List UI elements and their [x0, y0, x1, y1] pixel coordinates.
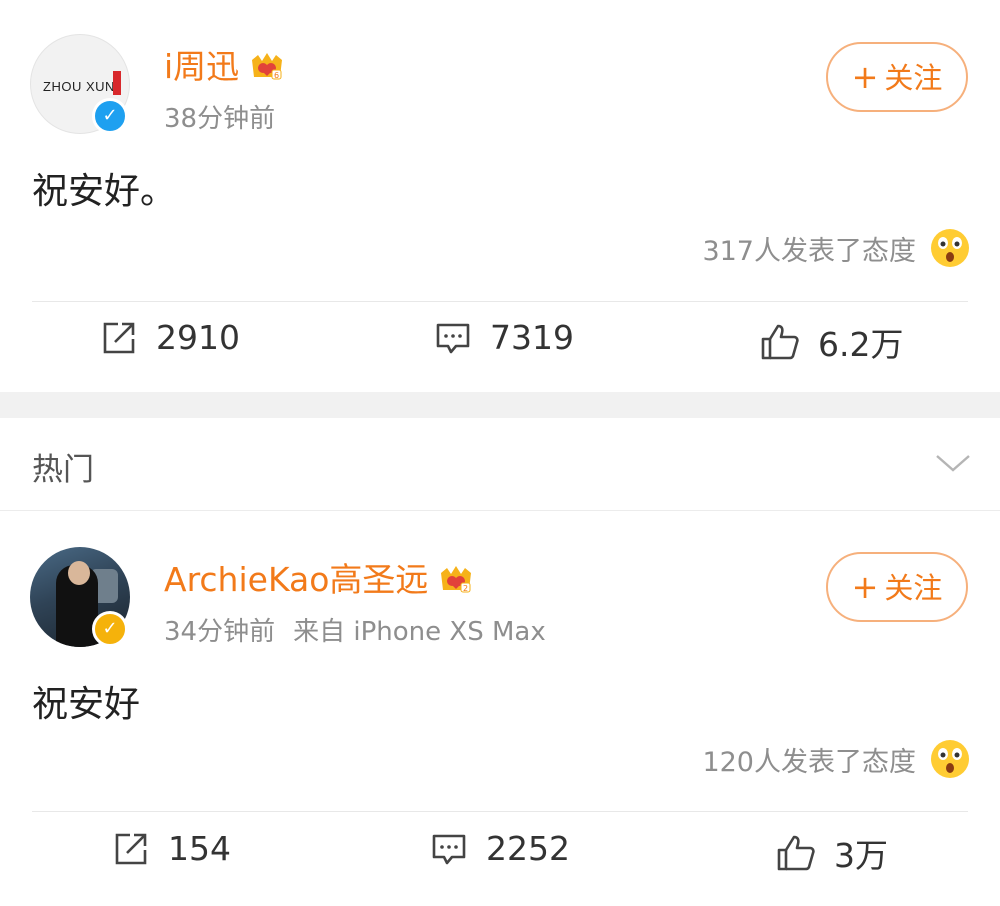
repost-count: 2910 [156, 318, 240, 357]
post-source: 来自 iPhone XS Max [293, 617, 546, 647]
like-button[interactable]: 6.2万 [760, 318, 903, 366]
post-meta: 38分钟前 [164, 98, 275, 135]
follow-label: 关注 [884, 61, 943, 95]
reactions-text: 120人发表了态度 [702, 746, 916, 778]
post-content: 祝安好。 [32, 171, 177, 212]
comment-button[interactable]: 2252 [430, 829, 570, 868]
action-bar: 2910 7319 6.2万 [0, 318, 1000, 378]
chevron-down-icon[interactable] [934, 452, 972, 474]
divider [32, 811, 968, 812]
crown-icon: 2 [441, 565, 472, 593]
like-icon [777, 835, 815, 871]
surprised-emoji-icon [931, 229, 969, 267]
post-card: ZHOU XUN ✓ i周迅 6 38分钟前 + 关注 祝安好。 317人发表了态… [0, 0, 1000, 392]
avatar-face [68, 561, 90, 585]
comment-count: 7319 [490, 318, 574, 357]
surprised-emoji-icon [931, 740, 969, 778]
author-name[interactable]: ArchieKao高圣远 2 [164, 553, 474, 601]
verified-icon: ✓ [92, 611, 128, 647]
comment-count: 2252 [486, 829, 570, 868]
svg-text:2: 2 [463, 584, 468, 593]
author-name[interactable]: i周迅 6 [164, 40, 285, 88]
divider [32, 301, 968, 302]
avatar-logo-mark [113, 71, 121, 95]
repost-button[interactable]: 2910 [100, 318, 240, 357]
post-time: 34分钟前 [164, 617, 276, 647]
author-name-text: i周迅 [164, 47, 240, 86]
avatar[interactable]: ZHOU XUN ✓ [30, 34, 130, 134]
crown-icon: 6 [252, 52, 283, 80]
post-content: 祝安好 [32, 684, 141, 725]
like-icon [761, 324, 799, 360]
like-count: 6.2万 [818, 325, 904, 364]
action-bar: 154 2252 3万 [0, 829, 1000, 889]
comment-icon [436, 323, 470, 353]
avatar-logo-text: ZHOU XUN [43, 79, 115, 94]
repost-icon [103, 322, 135, 353]
like-count: 3万 [834, 836, 888, 875]
follow-label: 关注 [884, 571, 943, 605]
section-separator [0, 392, 1000, 418]
avatar[interactable]: ✓ [30, 547, 130, 647]
comment-button[interactable]: 7319 [434, 318, 574, 357]
plus-icon: + [851, 568, 879, 606]
post-meta: 34分钟前 来自 iPhone XS Max [164, 611, 546, 648]
plus-icon: + [851, 58, 879, 96]
comment-icon [432, 834, 466, 864]
section-title: 热门 [32, 452, 94, 488]
svg-text:6: 6 [274, 71, 279, 80]
author-name-text: ArchieKao高圣远 [164, 560, 429, 599]
hot-section-header[interactable]: 热门 [0, 418, 1000, 511]
reactions-summary[interactable]: 317人发表了态度 [702, 228, 970, 268]
post-card: ✓ ArchieKao高圣远 2 34分钟前 来自 iPhone XS Max +… [0, 511, 1000, 906]
reactions-text: 317人发表了态度 [702, 235, 916, 267]
repost-button[interactable]: 154 [112, 829, 231, 868]
follow-button[interactable]: + 关注 [826, 42, 968, 112]
verified-icon: ✓ [92, 98, 128, 134]
repost-count: 154 [168, 829, 231, 868]
follow-button[interactable]: + 关注 [826, 552, 968, 622]
repost-icon [115, 833, 147, 864]
like-button[interactable]: 3万 [776, 829, 888, 877]
post-time: 38分钟前 [164, 104, 276, 134]
reactions-summary[interactable]: 120人发表了态度 [702, 739, 970, 779]
